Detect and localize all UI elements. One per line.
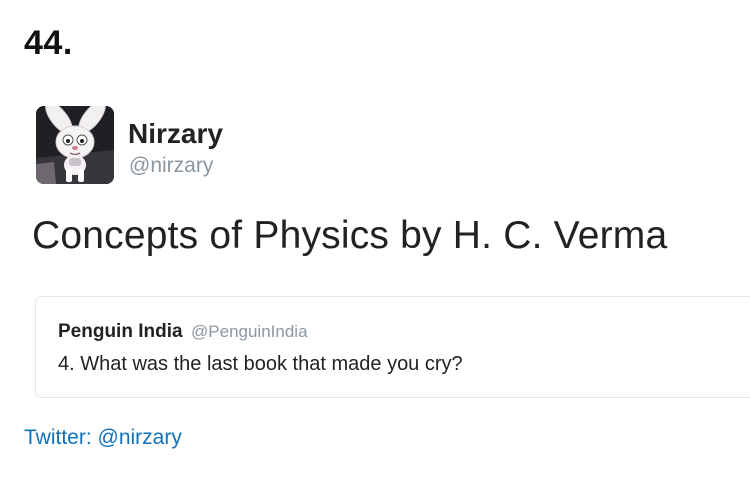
quoted-tweet[interactable]: Penguin India @PenguinIndia 4. What was … <box>35 296 750 398</box>
article-page: 44. Nirzary @nirzary Concepts of Physics… <box>0 0 750 500</box>
rabbit-avatar-icon[interactable] <box>36 106 114 184</box>
list-item-number: 44. <box>24 24 73 62</box>
quoted-tweet-text: 4. What was the last book that made you … <box>58 353 463 375</box>
quoted-tweet-author-name[interactable]: Penguin India <box>58 321 183 342</box>
quoted-tweet-author-handle[interactable]: @PenguinIndia <box>191 322 308 341</box>
source-credit-link[interactable]: Twitter: @nirzary <box>24 426 182 450</box>
tweet-author-name[interactable]: Nirzary <box>128 118 223 150</box>
avatar-image <box>36 106 114 184</box>
tweet-author-handle[interactable]: @nirzary <box>129 154 213 178</box>
tweet-text: Concepts of Physics by H. C. Verma <box>32 214 668 257</box>
embedded-tweet: Nirzary @nirzary Concepts of Physics by … <box>22 96 750 414</box>
quoted-tweet-header: Penguin India @PenguinIndia <box>58 321 308 343</box>
